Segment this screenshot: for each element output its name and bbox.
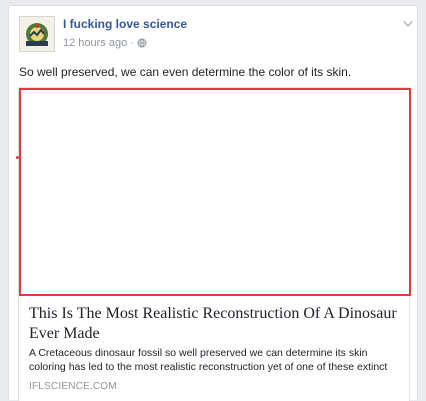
post-meta: 12 hours ago · [63, 37, 147, 49]
link-preview-image[interactable] [19, 88, 411, 296]
post-message: So well preserved, we can even determine… [19, 65, 352, 79]
globe-icon[interactable] [137, 38, 147, 48]
page-avatar[interactable] [19, 16, 55, 52]
chevron-down-icon[interactable] [403, 20, 413, 28]
link-preview-domain: IFLSCIENCE.COM [29, 381, 117, 392]
meta-separator: · [130, 37, 134, 49]
feed-post: I fucking love science 12 hours ago · So… [8, 5, 418, 401]
link-preview-title[interactable]: This Is The Most Realistic Reconstructio… [29, 304, 401, 344]
link-preview-description: A Cretaceous dinosaur fossil so well pre… [29, 347, 388, 373]
post-timestamp[interactable]: 12 hours ago [63, 37, 127, 49]
link-preview-card[interactable]: This Is The Most Realistic Reconstructio… [16, 87, 411, 401]
page-name-link[interactable]: I fucking love science [63, 17, 187, 31]
iflscience-logo-icon [20, 17, 54, 51]
